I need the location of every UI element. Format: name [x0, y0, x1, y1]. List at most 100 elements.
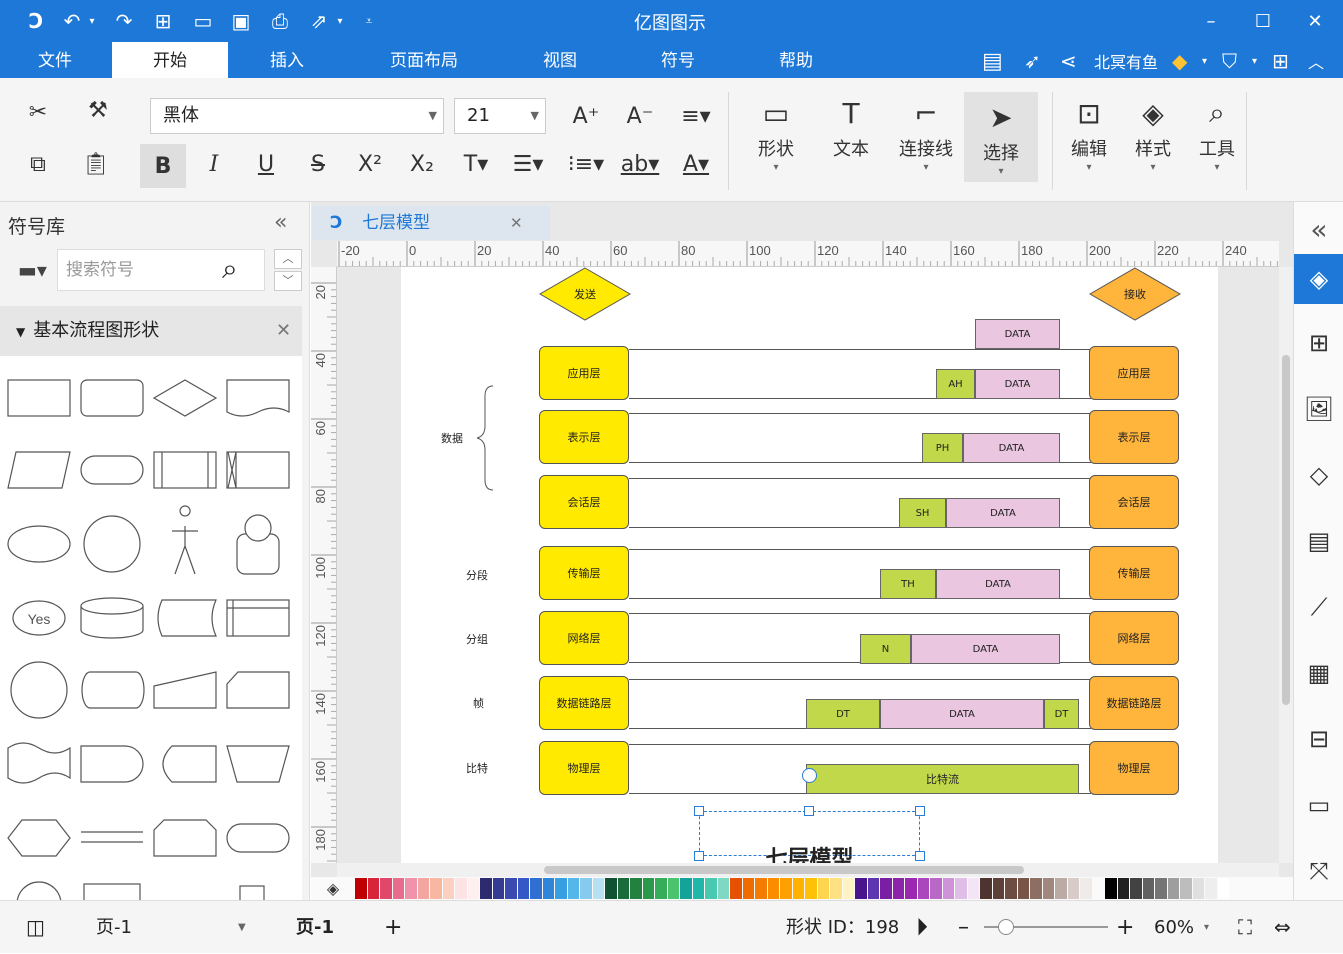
image-icon[interactable]: 🖼︎ [1294, 384, 1343, 434]
increase-font-icon[interactable]: A⁺ [566, 96, 606, 136]
text-highlight-icon[interactable]: ab▾ [620, 144, 660, 184]
italic-icon[interactable]: I [194, 144, 234, 184]
fit-page-icon[interactable]: ⛶ [1238, 901, 1252, 954]
send-presentation-layer[interactable]: 表示层 [539, 410, 629, 464]
color-swatch[interactable] [1180, 878, 1192, 899]
color-swatch[interactable] [1155, 878, 1167, 899]
color-swatch[interactable] [392, 878, 404, 899]
color-swatch[interactable] [792, 878, 804, 899]
color-swatch[interactable] [1005, 878, 1017, 899]
text-format-icon[interactable]: T▾ [456, 144, 496, 184]
send-network-layer[interactable]: 网络层 [539, 611, 629, 665]
layers-icon[interactable]: ◇ [1294, 450, 1343, 500]
color-swatch[interactable] [480, 878, 492, 899]
page-list-icon[interactable]: ◫ [26, 901, 45, 954]
fill-bucket-icon[interactable]: ◈ [311, 879, 355, 898]
vertical-scrollbar[interactable] [1279, 267, 1293, 863]
undo-icon[interactable]: ↶ [60, 8, 84, 34]
tab-help[interactable]: 帮助 [751, 42, 841, 78]
send-data-link-layer[interactable]: 数据链路层 [539, 676, 629, 730]
maximize-button[interactable]: ☐ [1248, 6, 1278, 36]
color-swatch[interactable] [942, 878, 954, 899]
collapse-ribbon-icon[interactable]: ︿ [1308, 48, 1324, 74]
search-icon[interactable]: ⌕ [222, 252, 238, 286]
comment-icon[interactable]: ▤ [982, 48, 1003, 74]
color-swatch[interactable] [867, 878, 879, 899]
color-swatch[interactable] [1080, 878, 1092, 899]
color-swatch[interactable] [967, 878, 979, 899]
ah-header[interactable]: AH [936, 369, 975, 399]
color-swatch[interactable] [855, 878, 867, 899]
diagram-title[interactable]: 七层模型 [699, 841, 920, 863]
export-icon[interactable]: ⇗ [306, 8, 332, 34]
selection-handle[interactable] [804, 806, 814, 816]
color-swatch[interactable] [380, 878, 392, 899]
font-family-select[interactable]: 黑体 ▼ [150, 98, 444, 134]
new-file-icon[interactable]: ⊞ [150, 8, 176, 34]
line-spacing-icon[interactable]: ☰▾ [508, 144, 548, 184]
tab-file[interactable]: 文件 [10, 42, 100, 78]
data-block-application[interactable]: DATA [975, 369, 1060, 399]
color-swatch[interactable] [717, 878, 729, 899]
app-logo-icon[interactable]: Ɔ [22, 8, 50, 34]
page-tab[interactable]: 页-1 [296, 901, 334, 954]
superscript-icon[interactable]: X² [350, 144, 390, 184]
connection-point-handle[interactable] [802, 768, 817, 783]
color-swatch[interactable] [1017, 878, 1029, 899]
style-button[interactable]: ◈ 样式 ▾ [1118, 88, 1188, 178]
n-header[interactable]: N [860, 634, 911, 664]
add-page-button[interactable]: + [384, 901, 402, 954]
sh-header[interactable]: SH [899, 498, 946, 528]
color-swatch[interactable] [680, 878, 692, 899]
color-swatch[interactable] [692, 878, 704, 899]
color-swatch[interactable] [1142, 878, 1154, 899]
redo-icon[interactable]: ↷ [112, 8, 136, 34]
color-swatch[interactable] [580, 878, 592, 899]
color-swatch[interactable] [892, 878, 904, 899]
data-block-transport[interactable]: DATA [936, 569, 1060, 599]
ph-header[interactable]: PH [922, 433, 963, 463]
color-swatch[interactable] [730, 878, 742, 899]
user-dropdown-icon[interactable]: ▾ [1202, 48, 1207, 74]
library-header[interactable]: ▼ 基本流程图形状 ✕ [0, 306, 302, 356]
zoom-out-button[interactable]: – [958, 901, 969, 954]
receive-presentation-layer[interactable]: 表示层 [1089, 410, 1179, 464]
color-swatch[interactable] [705, 878, 717, 899]
cut-icon[interactable]: ✂ [18, 92, 58, 132]
open-folder-icon[interactable]: ▭ [190, 8, 216, 34]
font-size-select[interactable]: 21 ▼ [454, 98, 546, 134]
receive-session-layer[interactable]: 会话层 [1089, 475, 1179, 529]
vertical-scroll-thumb[interactable] [1282, 355, 1290, 705]
color-swatch[interactable] [992, 878, 1004, 899]
print-icon[interactable]: ⎙ [266, 8, 294, 34]
color-swatch[interactable] [1042, 878, 1054, 899]
copy-icon[interactable]: ⧉ [18, 144, 58, 184]
color-swatch[interactable] [517, 878, 529, 899]
paste-icon[interactable]: 📋︎ [76, 144, 116, 184]
save-icon[interactable]: ▣ [228, 8, 254, 34]
color-swatch[interactable] [530, 878, 542, 899]
tab-page-layout[interactable]: 页面布局 [360, 42, 488, 78]
fit-width-icon[interactable]: ⇔ [1274, 901, 1291, 954]
send-transport-layer[interactable]: 传输层 [539, 546, 629, 600]
text-button[interactable]: T 文本 [816, 88, 886, 178]
color-swatch[interactable] [1105, 878, 1117, 899]
tab-insert[interactable]: 插入 [242, 42, 332, 78]
scroll-up-button[interactable]: ︿ [274, 249, 302, 269]
color-swatch[interactable] [442, 878, 454, 899]
dt-trailer[interactable]: DT [1044, 699, 1079, 729]
color-swatch[interactable] [817, 878, 829, 899]
color-swatch[interactable] [492, 878, 504, 899]
color-swatch[interactable] [930, 878, 942, 899]
color-swatch[interactable] [667, 878, 679, 899]
color-swatch[interactable] [767, 878, 779, 899]
user-name[interactable]: 北冥有鱼 [1094, 48, 1158, 74]
bit-stream-block[interactable]: 比特流 [806, 764, 1079, 794]
shape-button[interactable]: ▭ 形状 ▾ [741, 88, 811, 178]
color-swatch[interactable] [780, 878, 792, 899]
export-dropdown-icon[interactable]: ▾ [334, 8, 346, 34]
bold-icon[interactable]: B [140, 144, 186, 188]
theme-grid-icon[interactable]: ⊞ [1294, 318, 1343, 368]
send-diamond[interactable]: 发送 [539, 267, 631, 321]
apps-grid-icon[interactable]: ⊞ [1272, 48, 1289, 74]
